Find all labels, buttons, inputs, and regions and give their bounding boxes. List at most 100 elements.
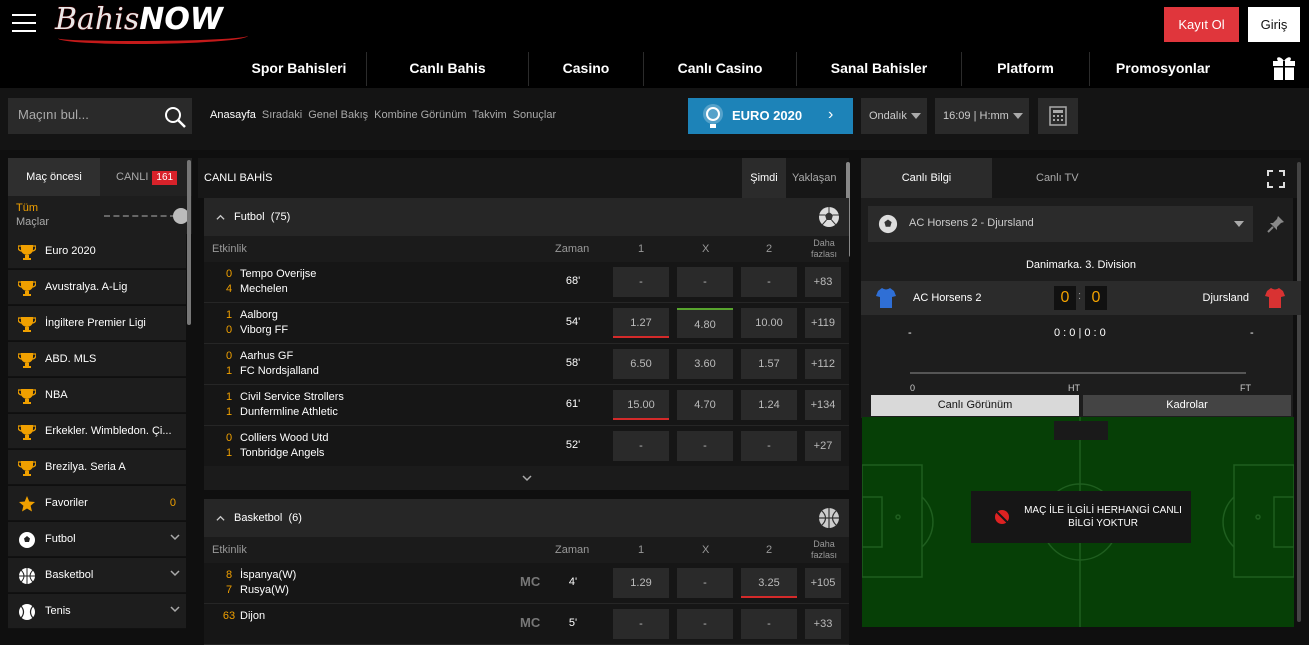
fullscreen-icon[interactable]: [1267, 170, 1285, 188]
search-input[interactable]: [18, 107, 158, 122]
odd-2[interactable]: -: [741, 431, 797, 461]
sidebar-item[interactable]: Tenis: [8, 594, 186, 629]
logo[interactable]: BahisNOW: [55, 2, 255, 46]
tab-now[interactable]: Şimdi: [742, 158, 786, 198]
login-button[interactable]: Giriş: [1248, 7, 1300, 42]
menu-icon[interactable]: [12, 14, 36, 34]
odd-x[interactable]: -: [677, 431, 733, 461]
nav-promotions[interactable]: Promosyonlar: [1090, 52, 1236, 86]
more-markets-button[interactable]: +112: [805, 349, 841, 379]
right-scrollbar[interactable]: [1297, 162, 1301, 622]
home-team[interactable]: Colliers Wood Utd: [240, 432, 328, 444]
match-center-icon[interactable]: MC: [520, 615, 540, 630]
subnav-calendar[interactable]: Takvim: [472, 109, 506, 121]
sidebar-item[interactable]: İngiltere Premier Ligi: [8, 306, 186, 341]
tab-upcoming[interactable]: Yaklaşan: [792, 158, 836, 198]
odd-1[interactable]: 1.27: [613, 308, 669, 338]
expand-football[interactable]: [204, 466, 849, 490]
chevron-up-icon[interactable]: [216, 514, 225, 523]
odd-1[interactable]: 1.29: [613, 568, 669, 598]
match-row[interactable]: 1 1 Civil Service Strollers Dunfermline Ath…: [204, 385, 849, 426]
home-team[interactable]: Civil Service Strollers: [240, 391, 344, 403]
odd-2[interactable]: 10.00: [741, 308, 797, 338]
odd-2[interactable]: -: [741, 267, 797, 297]
home-team[interactable]: Dijon: [240, 610, 265, 622]
chevron-down-icon[interactable]: [170, 568, 180, 578]
match-select[interactable]: AC Horsens 2 - Djursland: [868, 206, 1253, 242]
tab-prematch[interactable]: Maç öncesi: [8, 158, 100, 196]
odd-x[interactable]: 3.60: [677, 349, 733, 379]
home-team[interactable]: Tempo Overijse: [240, 268, 316, 280]
register-button[interactable]: Kayıt Ol: [1164, 7, 1239, 42]
nav-live-casino[interactable]: Canlı Casino: [644, 52, 797, 86]
match-center-icon[interactable]: MC: [520, 574, 540, 589]
away-team[interactable]: Rusya(W): [240, 584, 289, 596]
chevron-up-icon[interactable]: [216, 213, 225, 222]
nav-live-betting[interactable]: Canlı Bahis: [367, 52, 529, 86]
odd-x[interactable]: 4.70: [677, 390, 733, 420]
home-team[interactable]: Aarhus GF: [240, 350, 293, 362]
odd-2[interactable]: -: [741, 609, 797, 639]
sidebar-item[interactable]: ABD. MLS: [8, 342, 186, 377]
more-markets-button[interactable]: +83: [805, 267, 841, 297]
tab-lineups[interactable]: Kadrolar: [1083, 395, 1291, 416]
nav-virtual[interactable]: Sanal Bahisler: [797, 52, 962, 86]
sidebar-item[interactable]: Brezilya. Seria A: [8, 450, 186, 485]
odd-x[interactable]: -: [677, 267, 733, 297]
away-team[interactable]: Tonbridge Angels: [240, 447, 324, 459]
euro-2020-banner[interactable]: EURO 2020 ›: [688, 98, 853, 134]
nav-platform[interactable]: Platform: [962, 52, 1090, 86]
odd-x[interactable]: -: [677, 568, 733, 598]
more-markets-button[interactable]: +27: [805, 431, 841, 461]
away-team[interactable]: Dunfermline Athletic: [240, 406, 338, 418]
match-row[interactable]: 8 7 İspanya(W) Rusya(W) MC 4' 1.29-3.25 +105: [204, 563, 849, 604]
time-format-select[interactable]: 16:09 | H:mm: [935, 98, 1029, 134]
odds-format-select[interactable]: Ondalık: [861, 98, 927, 134]
more-markets-button[interactable]: +134: [805, 390, 841, 420]
odd-1[interactable]: -: [613, 431, 669, 461]
away-team[interactable]: Mechelen: [240, 283, 288, 295]
match-row[interactable]: 0 1 Colliers Wood Utd Tonbridge Angels 52' - -…: [204, 426, 849, 467]
match-row[interactable]: 0 4 Tempo Overijse Mechelen 68' - - - +83: [204, 262, 849, 303]
sidebar-item[interactable]: Euro 2020: [8, 234, 186, 269]
odd-2[interactable]: 3.25: [741, 568, 797, 598]
sidebar-item[interactable]: Avustralya. A-Lig: [8, 270, 186, 305]
sport-header-football[interactable]: Futbol (75): [204, 198, 849, 236]
match-row[interactable]: 0 1 Aarhus GF FC Nordsjalland 58' 6.50 3.60 1.5…: [204, 344, 849, 385]
gift-icon[interactable]: [1272, 55, 1296, 81]
away-team[interactable]: Viborg FF: [240, 324, 288, 336]
more-markets-button[interactable]: +119: [805, 308, 841, 338]
odd-1[interactable]: 6.50: [613, 349, 669, 379]
odd-1[interactable]: 15.00: [613, 390, 669, 420]
left-scrollbar[interactable]: [187, 160, 191, 325]
subnav-combined[interactable]: Kombine Görünüm: [374, 109, 466, 121]
away-team[interactable]: FC Nordsjalland: [240, 365, 319, 377]
odd-2[interactable]: 1.24: [741, 390, 797, 420]
calculator-button[interactable]: [1038, 98, 1078, 134]
search-box[interactable]: [8, 98, 192, 134]
chevron-down-icon[interactable]: [170, 604, 180, 614]
more-markets-button[interactable]: +33: [805, 609, 841, 639]
subnav-results[interactable]: Sonuçlar: [513, 109, 556, 121]
search-icon[interactable]: [164, 106, 186, 128]
odd-2[interactable]: 1.57: [741, 349, 797, 379]
sidebar-item[interactable]: Futbol: [8, 522, 186, 557]
subnav-overview[interactable]: Genel Bakış: [308, 109, 368, 121]
nav-casino[interactable]: Casino: [529, 52, 644, 86]
odd-x[interactable]: 4.80: [677, 308, 733, 338]
tab-live-tv[interactable]: Canlı TV: [1036, 158, 1079, 198]
tab-live-view[interactable]: Canlı Görünüm: [871, 395, 1079, 416]
pin-icon[interactable]: [1266, 214, 1286, 234]
home-team[interactable]: İspanya(W): [240, 569, 296, 581]
match-row[interactable]: 1 0 Aalborg Viborg FF 54' 1.27 4.80 10.00 +119: [204, 303, 849, 344]
sidebar-item[interactable]: Erkekler. Wimbledon. Çi...: [8, 414, 186, 449]
sidebar-item[interactable]: Favoriler 0: [8, 486, 186, 521]
tab-live-info[interactable]: Canlı Bilgi: [861, 158, 992, 198]
sidebar-item[interactable]: Basketbol: [8, 558, 186, 593]
odd-1[interactable]: -: [613, 609, 669, 639]
chevron-down-icon[interactable]: [170, 532, 180, 542]
odd-1[interactable]: -: [613, 267, 669, 297]
subnav-home[interactable]: Anasayfa: [210, 109, 256, 121]
subnav-next[interactable]: Sıradaki: [262, 109, 302, 121]
sidebar-item[interactable]: NBA: [8, 378, 186, 413]
